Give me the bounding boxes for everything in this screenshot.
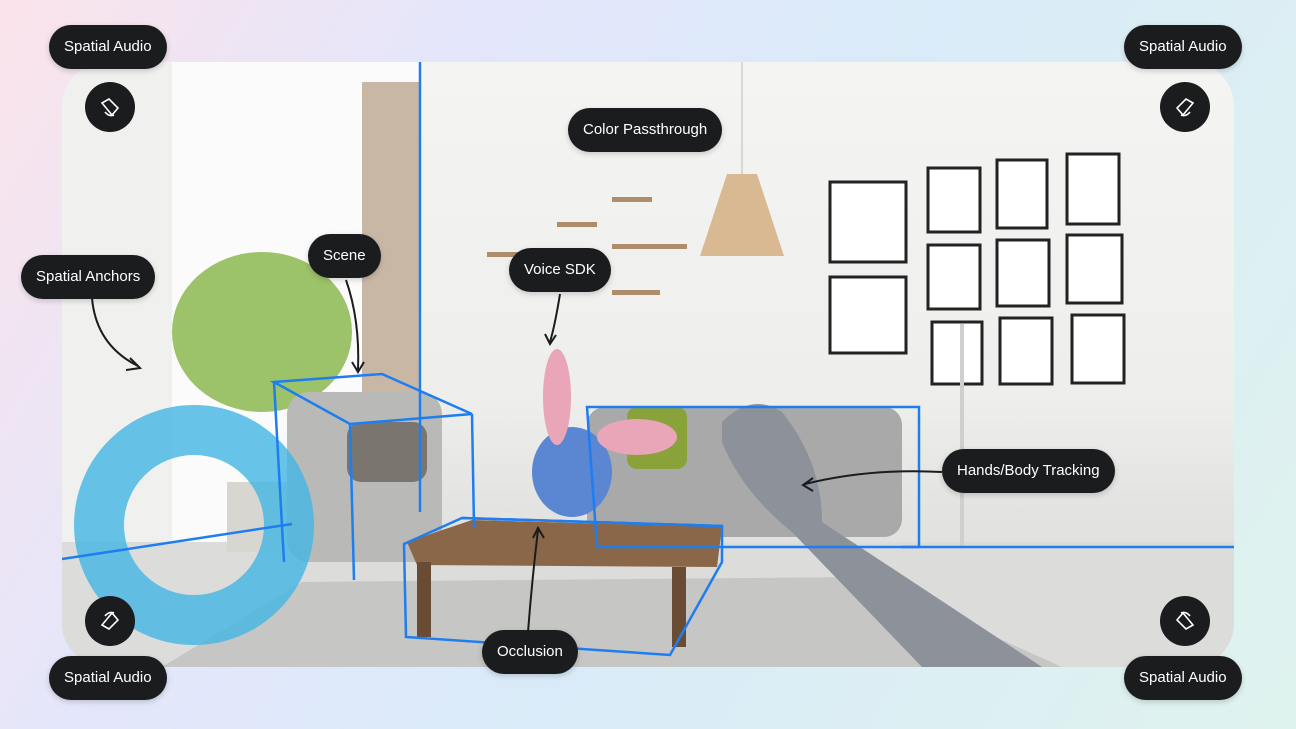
picture-frames	[828, 152, 1126, 386]
cushion	[347, 422, 427, 482]
spatial-audio-label-top-right: Spatial Audio	[1124, 25, 1242, 69]
shelf	[612, 244, 687, 249]
living-room-scene	[62, 62, 1234, 667]
spatial-audio-label-bottom-left: Spatial Audio	[49, 656, 167, 700]
spatial-audio-label-bottom-right: Spatial Audio	[1124, 656, 1242, 700]
speaker-icon	[85, 82, 135, 132]
scene-label: Scene	[308, 234, 381, 278]
occlusion-label: Occlusion	[482, 630, 578, 674]
shelf	[612, 197, 652, 202]
color-passthrough-label: Color Passthrough	[568, 108, 723, 152]
coffee-table	[407, 520, 722, 567]
shelf	[612, 290, 660, 295]
room-illustration	[62, 62, 1234, 667]
shelf	[557, 222, 597, 227]
spatial-anchors-label: Spatial Anchors	[21, 255, 156, 299]
speaker-icon	[1160, 596, 1210, 646]
spatial-audio-label-top-left: Spatial Audio	[49, 25, 167, 69]
hands-body-tracking-label: Hands/Body Tracking	[942, 449, 1115, 493]
speaker-icon	[1160, 82, 1210, 132]
voice-sdk-label: Voice SDK	[509, 248, 611, 292]
speaker-icon	[85, 596, 135, 646]
pendant-lamp	[700, 174, 784, 256]
